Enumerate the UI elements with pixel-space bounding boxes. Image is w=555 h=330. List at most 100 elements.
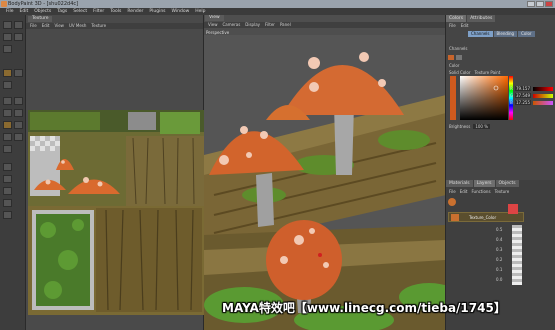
window-title: BodyPaint 3D - [shu022d4c] [8, 1, 79, 7]
tab-view[interactable]: View [205, 15, 224, 21]
tab-layers[interactable]: Layers [473, 180, 495, 187]
layers-menu-edit[interactable]: Edit [460, 189, 468, 194]
dodge-tool-icon[interactable] [3, 145, 12, 153]
select-rect-tool-icon[interactable] [3, 109, 12, 117]
slider-b-bar[interactable] [533, 100, 553, 105]
tab-materials[interactable]: Materials [446, 180, 473, 187]
right-panel: Colors Attributes File Edit Channels Ble… [446, 15, 555, 330]
texture-menu-file[interactable]: File [30, 23, 37, 29]
tab-attributes[interactable]: Attributes [467, 15, 496, 22]
layers-menu-functions[interactable]: Functions [471, 189, 490, 194]
menu-file[interactable]: File [6, 8, 14, 15]
viewport-menu-view[interactable]: View [208, 22, 218, 28]
brush-tool-icon[interactable] [3, 69, 12, 77]
slider-g-bar[interactable] [533, 93, 553, 98]
menu-bar: File Edit Objects Tags Select Filter Too… [0, 8, 555, 15]
menu-window[interactable]: Window [172, 8, 190, 15]
undo-tool-icon[interactable] [3, 21, 12, 29]
tab-colors[interactable]: Colors [446, 15, 467, 22]
menu-tags[interactable]: Tags [57, 8, 67, 15]
material-sphere-icon[interactable] [448, 198, 456, 206]
current-color-preview [450, 76, 456, 120]
select-lasso-tool-icon[interactable] [14, 109, 23, 117]
fill-tool-icon[interactable] [3, 97, 12, 105]
menu-edit[interactable]: Edit [20, 8, 29, 15]
brightness-value[interactable]: 100 % [473, 124, 491, 129]
uv-points-icon[interactable] [3, 175, 12, 183]
rgb-sliders: R 79.157 G 37.549 B 17.255 [510, 85, 554, 106]
redo-tool-icon[interactable] [14, 21, 23, 29]
slider-r-bar[interactable] [533, 86, 553, 91]
viewport-menu-cameras[interactable]: Cameras [223, 22, 241, 28]
texture-menu-texture[interactable]: Texture [91, 23, 106, 29]
viewport-menu-bar: View Cameras Display Filter Panel [204, 22, 445, 28]
texture-menu-edit[interactable]: Edit [42, 23, 50, 29]
menu-help[interactable]: Help [195, 8, 205, 15]
opacity-value: 0.4 [496, 237, 503, 242]
projection-paint-icon[interactable] [14, 121, 23, 129]
menu-select[interactable]: Select [73, 8, 87, 15]
scale-tool-icon[interactable] [14, 33, 23, 41]
tab-objects[interactable]: Objects [495, 180, 519, 187]
layer-thumbnail [451, 214, 459, 221]
menu-plugins[interactable]: Plugins [149, 8, 165, 15]
layers-menu-texture[interactable]: Texture [495, 189, 510, 194]
smudge-tool-icon[interactable] [3, 133, 12, 141]
texture-menu-uvmesh[interactable]: UV Mesh [69, 23, 86, 29]
maximize-button[interactable] [536, 1, 544, 7]
uv-polygons-icon[interactable] [3, 187, 12, 195]
menu-objects[interactable]: Objects [34, 8, 51, 15]
texture-canvas[interactable] [28, 110, 204, 315]
layers-menu: File Edit Functions Texture [449, 189, 509, 194]
channel-swatch-color[interactable] [448, 55, 454, 60]
close-button[interactable] [545, 1, 553, 7]
opacity-value: 0.2 [496, 257, 503, 262]
minimize-button[interactable] [527, 1, 535, 7]
slider-g-value[interactable]: 37.549 [515, 93, 531, 98]
wireframe-icon[interactable] [3, 211, 12, 219]
colors-menu-edit[interactable]: Edit [461, 23, 469, 29]
tab-blending[interactable]: Blending [493, 31, 518, 37]
title-bar: BodyPaint 3D - [shu022d4c] [0, 0, 555, 8]
colors-menu-file[interactable]: File [449, 23, 456, 29]
layer-mask-icon[interactable] [508, 204, 518, 214]
layer-mode-icon[interactable] [3, 199, 12, 207]
move-tool-icon[interactable] [3, 33, 12, 41]
brightness-label: Brightness [449, 124, 471, 129]
channel-swatches [448, 55, 462, 60]
window-controls [527, 1, 553, 7]
slider-r-label: R [510, 86, 513, 91]
opacity-value: 0.5 [496, 227, 503, 232]
viewport-menu-panel[interactable]: Panel [280, 22, 291, 28]
blur-tool-icon[interactable] [14, 133, 23, 141]
app-window: BodyPaint 3D - [shu022d4c] File Edit Obj… [0, 0, 555, 330]
tab-channels[interactable]: Channels [468, 31, 493, 37]
watermark-text: MAYA特效吧【www.linecg.com/tieba/1745】 [222, 301, 506, 315]
slider-b-value[interactable]: 17.255 [515, 100, 531, 105]
tab-color[interactable]: Color [518, 31, 535, 37]
menu-render[interactable]: Render [127, 8, 143, 15]
texture-menu-view[interactable]: View [54, 23, 64, 29]
tab-texture-paint[interactable]: Texture Paint [474, 70, 500, 75]
slider-r-value[interactable]: 79.157 [515, 86, 531, 91]
menu-tools[interactable]: Tools [110, 8, 121, 15]
gradient-tool-icon[interactable] [14, 97, 23, 105]
color-swatch-icon[interactable] [3, 163, 12, 171]
color-picker-square[interactable] [460, 76, 508, 120]
opacity-value: 0.3 [496, 247, 503, 252]
viewport-menu-display[interactable]: Display [245, 22, 260, 28]
tab-solid-color[interactable]: Solid Color [449, 70, 470, 75]
paint-mode-icon[interactable] [3, 121, 12, 129]
tab-texture[interactable]: Texture [28, 16, 53, 22]
menu-filter[interactable]: Filter [93, 8, 104, 15]
viewport-menu-filter[interactable]: Filter [265, 22, 275, 28]
right-panel-tabs: Colors Attributes [446, 15, 555, 22]
layers-menu-file[interactable]: File [449, 189, 456, 194]
viewport-panel: View View Cameras Display Filter Panel P… [204, 15, 446, 330]
rotate-tool-icon[interactable] [3, 45, 12, 53]
eraser-tool-icon[interactable] [14, 69, 23, 77]
channel-swatch-bump[interactable] [456, 55, 462, 60]
clone-tool-icon[interactable] [3, 81, 12, 89]
opacity-value: 0.0 [496, 277, 503, 282]
3d-scene-render[interactable] [204, 35, 446, 330]
